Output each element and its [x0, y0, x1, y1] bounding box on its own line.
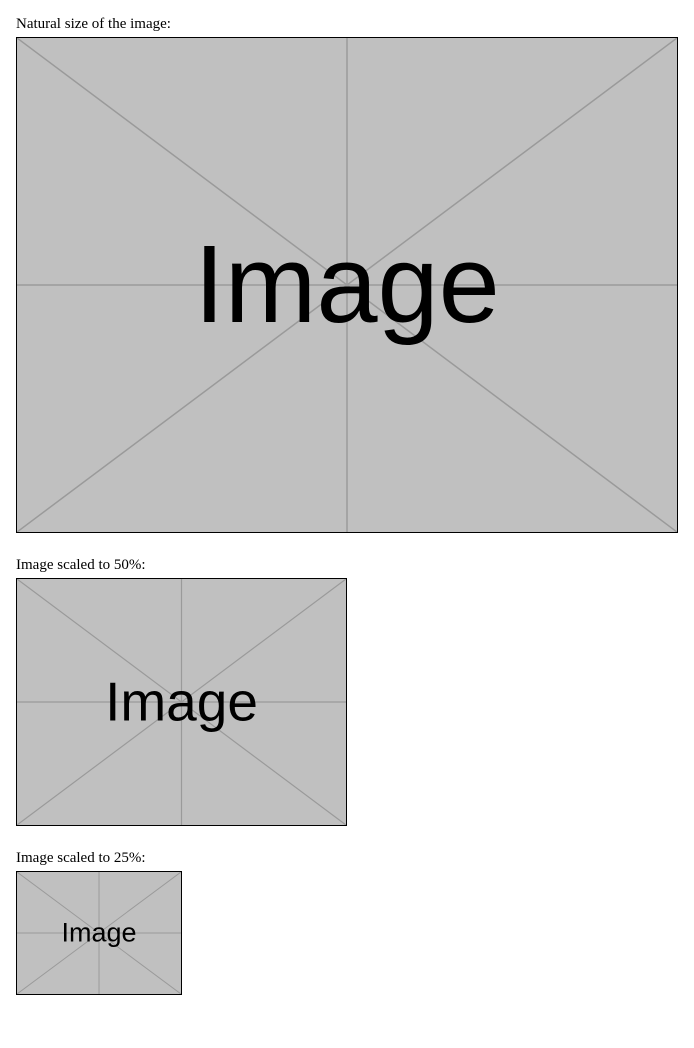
section-natural-size: Natural size of the image: Image [16, 16, 678, 533]
section-scaled-50: Image scaled to 50%: Image [16, 557, 678, 826]
image-placeholder-100: Image [16, 37, 678, 533]
image-placeholder-50: Image [16, 578, 347, 826]
image-placeholder-25: Image [16, 871, 182, 995]
placeholder-label: Image [194, 230, 500, 340]
caption-scaled-50: Image scaled to 50%: [16, 557, 678, 574]
caption-scaled-25: Image scaled to 25%: [16, 850, 678, 867]
placeholder-label: Image [105, 675, 258, 730]
placeholder-label: Image [61, 920, 136, 947]
caption-natural-size: Natural size of the image: [16, 16, 678, 33]
section-scaled-25: Image scaled to 25%: Image [16, 850, 678, 995]
